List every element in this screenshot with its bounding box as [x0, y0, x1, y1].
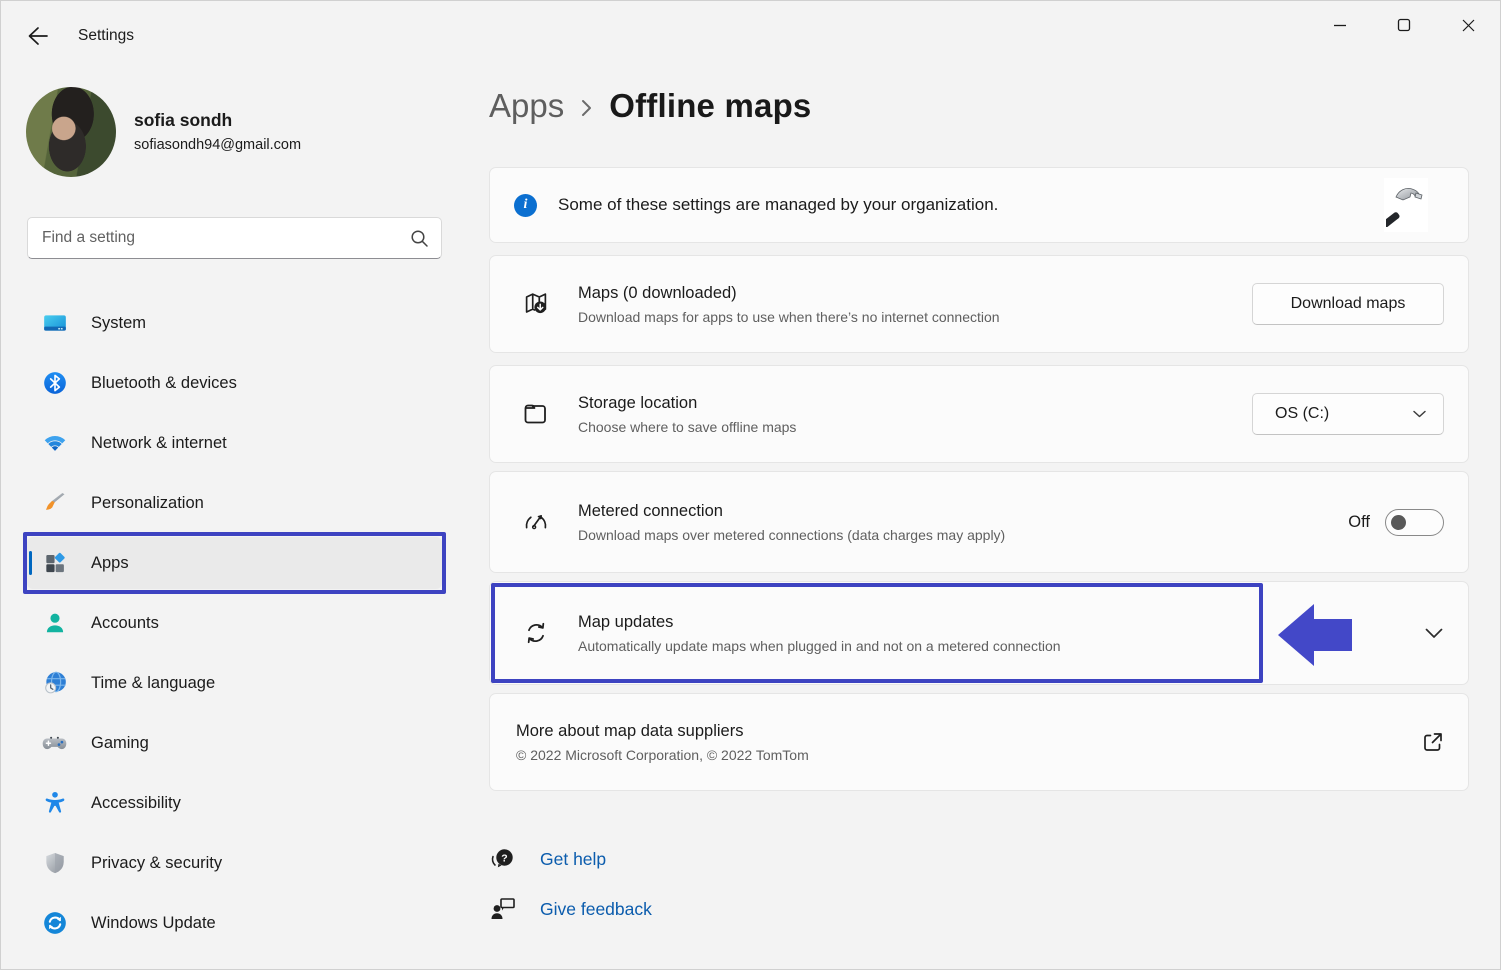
apps-highlight-annotation — [23, 532, 446, 594]
sidebar-item-label: Network & internet — [91, 434, 227, 453]
sidebar-item-privacy[interactable]: Privacy & security — [27, 837, 442, 889]
settings-window: Settings sofia sondh sofiasondh94@gmail.… — [0, 0, 1501, 970]
sidebar-item-label: Gaming — [91, 734, 149, 753]
toggle-knob — [1391, 515, 1406, 530]
chevron-right-icon — [580, 97, 593, 119]
minimize-button[interactable] — [1308, 1, 1372, 49]
info-icon: i — [514, 194, 537, 217]
chevron-down-icon — [1412, 409, 1427, 419]
gamepad-icon — [41, 730, 68, 757]
sidebar-item-time-language[interactable]: Time & language — [27, 657, 442, 709]
brush-icon — [41, 490, 68, 517]
sidebar-item-bluetooth[interactable]: Bluetooth & devices — [27, 357, 442, 409]
updates-title: Map updates — [578, 613, 1061, 632]
sidebar-item-label: Windows Update — [91, 914, 216, 933]
give-feedback-link[interactable]: Give feedback — [540, 899, 652, 920]
search-box[interactable] — [27, 217, 442, 259]
svg-text:?: ? — [501, 852, 507, 864]
maps-subtitle: Download maps for apps to use when there… — [578, 309, 1000, 325]
maximize-icon — [1397, 18, 1411, 32]
minimize-icon — [1333, 18, 1347, 32]
profile-email: sofiasondh94@gmail.com — [134, 137, 301, 153]
window-controls — [1308, 1, 1500, 53]
sidebar-item-label: Apps — [91, 554, 129, 573]
breadcrumb: Apps Offline maps — [489, 87, 812, 125]
clock-globe-icon — [41, 670, 68, 697]
sidebar-item-label: Time & language — [91, 674, 215, 693]
close-icon — [1461, 18, 1476, 33]
close-button[interactable] — [1436, 1, 1500, 49]
left-arrow-annotation — [1278, 602, 1352, 668]
external-link-icon[interactable] — [1422, 731, 1444, 753]
sidebar-item-apps[interactable]: Apps — [27, 537, 442, 589]
meter-icon — [521, 507, 551, 537]
back-button[interactable] — [23, 23, 51, 49]
sidebar: System Bluetooth & devices Network & — [27, 297, 442, 957]
maps-title: Maps (0 downloaded) — [578, 284, 1000, 303]
suppliers-title: More about map data suppliers — [516, 722, 809, 741]
search-icon[interactable] — [410, 229, 429, 248]
breadcrumb-apps-link[interactable]: Apps — [489, 87, 564, 125]
maps-card: Maps (0 downloaded) Download maps for ap… — [489, 255, 1469, 353]
storage-subtitle: Choose where to save offline maps — [578, 419, 796, 435]
avatar[interactable] — [26, 87, 116, 177]
sidebar-item-windows-update[interactable]: Windows Update — [27, 897, 442, 949]
folder-icon — [521, 399, 551, 429]
sync-icon — [521, 618, 551, 648]
profile-name: sofia sondh — [134, 110, 232, 131]
download-maps-button[interactable]: Download maps — [1252, 283, 1444, 325]
bluetooth-icon — [41, 370, 68, 397]
person-icon — [41, 610, 68, 637]
expand-chevron-icon[interactable] — [1424, 627, 1444, 640]
sidebar-item-accessibility[interactable]: Accessibility — [27, 777, 442, 829]
metered-toggle[interactable] — [1385, 509, 1444, 536]
display-icon — [41, 310, 68, 337]
metered-subtitle: Download maps over metered connections (… — [578, 527, 1005, 543]
sidebar-item-accounts[interactable]: Accounts — [27, 597, 442, 649]
footer-links: ? Get help Give feedback — [489, 839, 652, 939]
sidebar-item-personalization[interactable]: Personalization — [27, 477, 442, 529]
get-help-link[interactable]: Get help — [540, 849, 606, 870]
toggle-state-label: Off — [1348, 513, 1370, 532]
metered-title: Metered connection — [578, 502, 1005, 521]
selected-indicator — [29, 551, 32, 575]
sidebar-item-label: Personalization — [91, 494, 204, 513]
page-title: Offline maps — [609, 87, 811, 125]
map-download-icon — [521, 289, 551, 319]
sidebar-item-gaming[interactable]: Gaming — [27, 717, 442, 769]
sidebar-item-system[interactable]: System — [27, 297, 442, 349]
update-icon — [41, 910, 68, 937]
sidebar-item-label: Accounts — [91, 614, 159, 633]
help-bubble-icon: ? — [489, 844, 519, 874]
organization-banner: i Some of these settings are managed by … — [489, 167, 1469, 243]
apps-icon — [41, 550, 68, 577]
storage-drive-value: OS (C:) — [1275, 405, 1329, 423]
wifi-icon — [41, 430, 68, 457]
get-help-row: ? Get help — [489, 839, 652, 879]
sidebar-item-label: Privacy & security — [91, 854, 222, 873]
give-feedback-row: Give feedback — [489, 889, 652, 929]
search-input[interactable] — [42, 229, 410, 247]
banner-text: Some of these settings are managed by yo… — [558, 195, 998, 215]
hammer-cursor-image — [1384, 178, 1428, 232]
back-arrow-icon — [25, 25, 49, 47]
sidebar-item-label: Accessibility — [91, 794, 181, 813]
sidebar-item-label: System — [91, 314, 146, 333]
shield-icon — [41, 850, 68, 877]
accessibility-icon — [41, 790, 68, 817]
updates-subtitle: Automatically update maps when plugged i… — [578, 638, 1061, 654]
window-title: Settings — [78, 27, 134, 45]
storage-location-card: Storage location Choose where to save of… — [489, 365, 1469, 463]
sidebar-item-network[interactable]: Network & internet — [27, 417, 442, 469]
suppliers-copyright: © 2022 Microsoft Corporation, © 2022 Tom… — [516, 747, 809, 763]
titlebar: Settings — [1, 1, 1500, 53]
feedback-person-icon — [489, 894, 519, 924]
sidebar-item-label: Bluetooth & devices — [91, 374, 237, 393]
storage-drive-dropdown[interactable]: OS (C:) — [1252, 393, 1444, 435]
maximize-button[interactable] — [1372, 1, 1436, 49]
map-suppliers-card[interactable]: More about map data suppliers © 2022 Mic… — [489, 693, 1469, 791]
storage-title: Storage location — [578, 394, 796, 413]
metered-connection-card: Metered connection Download maps over me… — [489, 471, 1469, 573]
